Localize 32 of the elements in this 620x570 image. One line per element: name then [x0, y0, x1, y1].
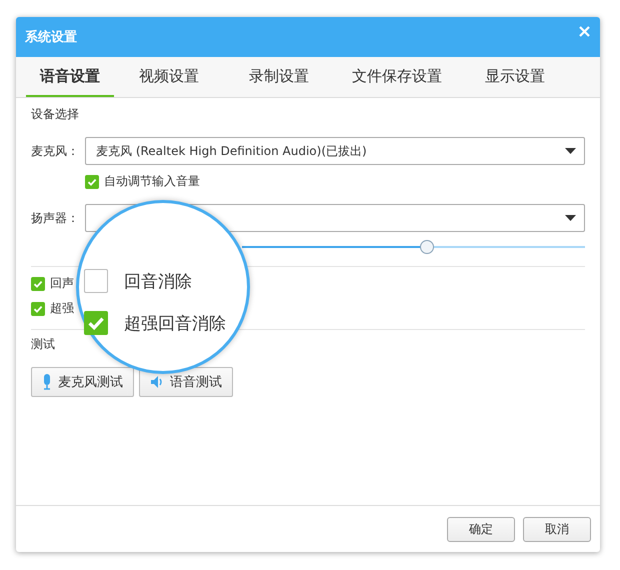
volume-slider[interactable] — [242, 240, 585, 254]
tab[interactable]: 视频设置 — [114, 57, 224, 97]
checkbox-label: 回声 — [50, 275, 74, 292]
window-title: 系统设置 — [25, 28, 77, 46]
caret-icon — [565, 215, 576, 221]
dialog-button[interactable]: 确定 — [447, 516, 515, 542]
tab[interactable]: 录制设置 — [224, 57, 334, 97]
test-button[interactable]: 麦克风测试 — [31, 367, 134, 397]
test-button[interactable]: 语音测试 — [139, 367, 233, 397]
speaker-icon — [150, 375, 164, 389]
microphone-dropdown[interactable]: 麦克风 (Realtek High Definition Audio)(已拔出) — [85, 137, 585, 165]
section-title: 测试 — [31, 336, 55, 353]
tab[interactable]: 语音设置 — [26, 57, 114, 97]
checkbox[interactable] — [84, 311, 108, 335]
tab[interactable]: 文件保存设置 — [334, 57, 460, 97]
checkbox-label: 回音消除 — [124, 270, 192, 292]
field-label: 扬声器： — [31, 210, 80, 226]
checkbox-label: 超强回音消除 — [124, 312, 226, 334]
dialog-button[interactable]: 取消 — [523, 516, 591, 542]
slider-thumb[interactable] — [420, 240, 434, 254]
checkbox[interactable] — [84, 269, 108, 293]
checkbox[interactable] — [85, 174, 99, 188]
section-title: 设备选择 — [31, 106, 79, 123]
close-icon[interactable] — [579, 26, 590, 37]
tab[interactable]: 显示设置 — [460, 57, 570, 97]
checkbox-label: 自动调节输入音量 — [104, 173, 200, 190]
microphone-icon — [42, 374, 52, 390]
checkbox[interactable] — [31, 302, 45, 316]
field-label: 麦克风： — [31, 142, 80, 160]
checkbox[interactable] — [31, 276, 45, 290]
caret-icon — [565, 148, 576, 154]
checkbox-label: 超强 — [50, 300, 74, 317]
